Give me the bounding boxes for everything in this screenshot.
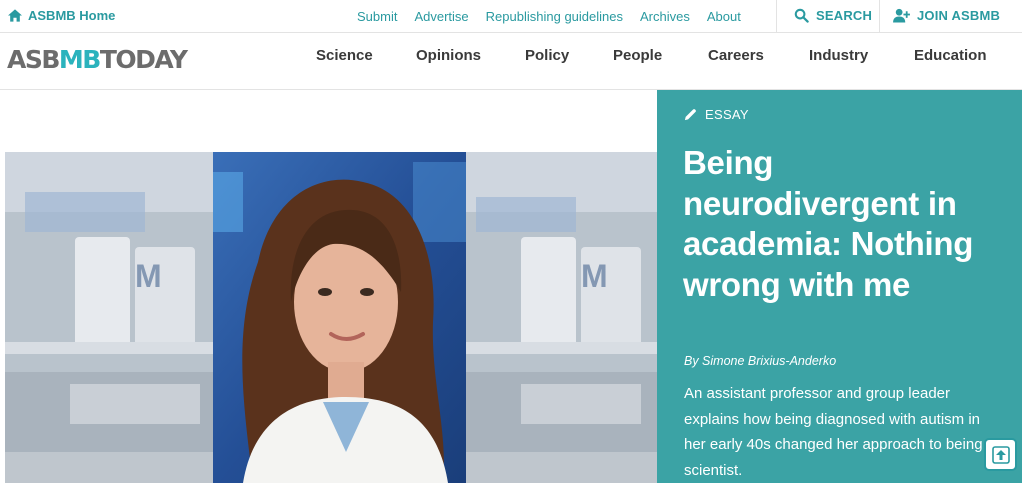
pencil-icon [684, 109, 696, 121]
nav-education[interactable]: Education [914, 47, 987, 64]
article-title[interactable]: Being neurodivergent in academia: Nothin… [683, 143, 1003, 305]
republishing-guidelines-link[interactable]: Republishing guidelines [486, 9, 623, 24]
utility-links: Submit Advertise Republishing guidelines… [357, 9, 741, 24]
lab-background-right: M [466, 152, 657, 483]
article-summary: An assistant professor and group leader … [684, 385, 996, 479]
archives-link[interactable]: Archives [640, 9, 690, 24]
asbmb-today-logo[interactable]: ASBMBTODAY [7, 45, 188, 74]
asbmb-home-link[interactable]: ASBMB Home [8, 8, 115, 23]
home-link-label: ASBMB Home [28, 8, 116, 23]
logo-part: TODAY [99, 45, 188, 74]
category-label[interactable]: ESSAY [684, 107, 749, 122]
back-to-top-button[interactable] [984, 438, 1017, 471]
join-asbmb-button[interactable]: JOIN ASBMB [893, 8, 1000, 23]
search-label: SEARCH [816, 8, 873, 23]
about-link[interactable]: About [707, 9, 741, 24]
add-user-icon [893, 8, 910, 23]
arrow-up-icon [991, 445, 1010, 464]
search-icon [794, 8, 809, 23]
divider [879, 0, 880, 33]
divider [776, 0, 777, 33]
nav-science[interactable]: Science [316, 47, 373, 64]
category-text: ESSAY [705, 107, 749, 122]
main-navigation: ASBMBTODAY Science Opinions Policy Peopl… [0, 33, 1022, 90]
author-portrait [213, 152, 466, 483]
logo-part: ASB [7, 45, 60, 74]
home-icon [8, 9, 22, 22]
logo-part: MB [58, 45, 101, 74]
search-button[interactable]: SEARCH [794, 8, 872, 23]
hero-image: M M [5, 152, 657, 483]
join-label: JOIN ASBMB [917, 8, 1001, 23]
nav-people[interactable]: People [613, 47, 662, 64]
nav-policy[interactable]: Policy [525, 47, 569, 64]
article-panel: ESSAY Being neurodivergent in academia: … [657, 90, 1022, 483]
lab-background-left: M [5, 152, 213, 483]
svg-text:M: M [581, 258, 608, 294]
advertise-link[interactable]: Advertise [414, 9, 468, 24]
utility-bar: ASBMB Home Submit Advertise Republishing… [0, 0, 1022, 33]
svg-text:M: M [135, 258, 162, 294]
submit-link[interactable]: Submit [357, 9, 397, 24]
nav-industry[interactable]: Industry [809, 47, 868, 64]
nav-opinions[interactable]: Opinions [416, 47, 481, 64]
nav-careers[interactable]: Careers [708, 47, 764, 64]
article-byline: By Simone Brixius-Anderko [684, 354, 837, 368]
